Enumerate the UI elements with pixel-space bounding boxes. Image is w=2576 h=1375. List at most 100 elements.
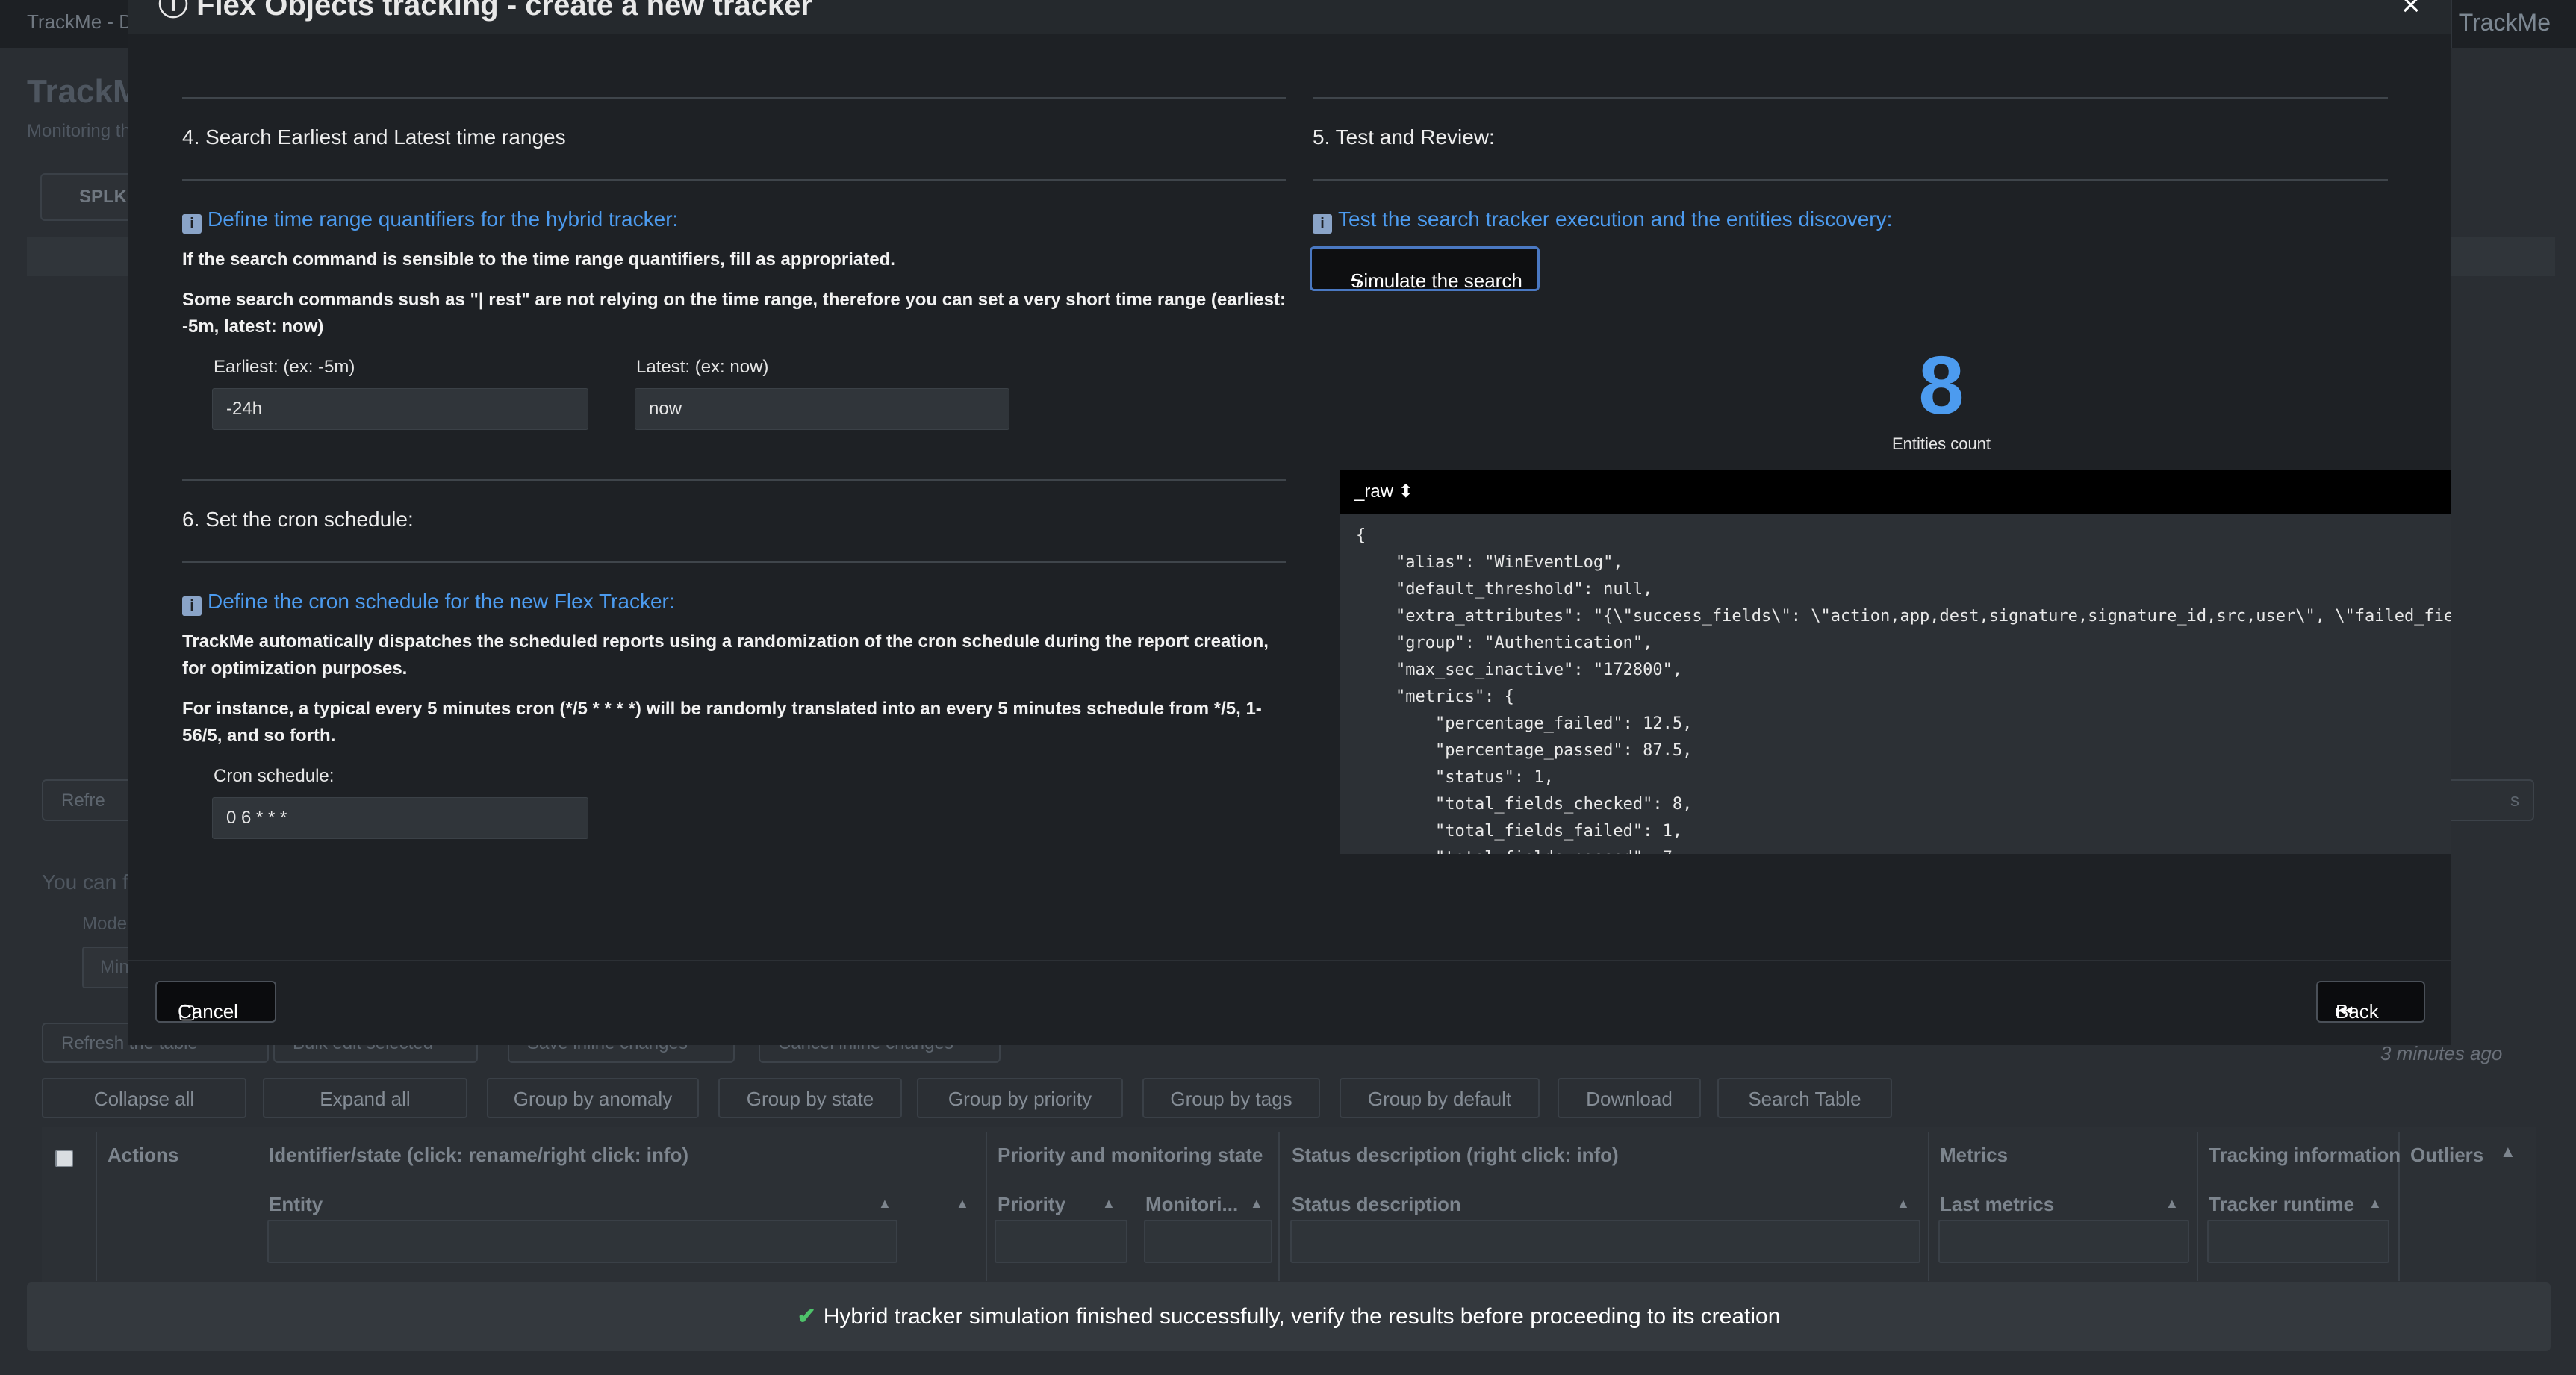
group-by-default-label: Group by default xyxy=(1367,1088,1512,1110)
group-by-tags-label: Group by tags xyxy=(1170,1088,1292,1110)
group-by-state-label: Group by state xyxy=(746,1088,874,1110)
app-nav-tab[interactable]: TrackMe - D xyxy=(27,10,133,34)
subcol-monitoring[interactable]: Monitori... xyxy=(1145,1193,1238,1216)
modal-title-text: Flex Objects tracking - create a new tra… xyxy=(196,0,812,22)
info-text-bg: You can f xyxy=(42,870,128,894)
expand-all-label: Expand all xyxy=(320,1088,411,1110)
column-divider xyxy=(1278,1132,1280,1281)
success-toast-text: Hybrid tracker simulation finished succe… xyxy=(823,1304,1781,1329)
section4-paragraph-2: Some search commands sush as "| rest" ar… xyxy=(182,290,1286,337)
group-by-anomaly-button[interactable]: Group by anomaly xyxy=(487,1078,699,1118)
sort-up-icon[interactable]: ▲ xyxy=(2500,1142,2516,1162)
entities-count-value: 8 xyxy=(1918,340,1964,431)
cancel-button-label: Cancel xyxy=(178,1000,238,1023)
metrics-filter-input[interactable] xyxy=(1938,1220,2189,1263)
column-divider xyxy=(96,1132,97,1281)
download-button[interactable]: Download xyxy=(1558,1078,1701,1118)
subcol-entity[interactable]: Entity xyxy=(269,1193,323,1216)
section4-paragraph-1: If the search command is sensible to the… xyxy=(182,249,895,269)
group-by-priority-button[interactable]: Group by priority xyxy=(917,1078,1123,1118)
group-by-tags-button[interactable]: Group by tags xyxy=(1142,1078,1320,1118)
mode-label-bg: Mode xyxy=(82,914,128,934)
search-table-button[interactable]: Search Table xyxy=(1717,1078,1892,1118)
info-icon: i xyxy=(1313,214,1332,234)
sort-up-icon[interactable]: ▲ xyxy=(2165,1196,2179,1212)
section6-paragraph-2: For instance, a typical every 5 minutes … xyxy=(182,699,1262,746)
expand-all-button[interactable]: Expand all xyxy=(263,1078,467,1118)
group-by-priority-label: Group by priority xyxy=(948,1088,1092,1110)
divider xyxy=(182,479,1286,481)
modal-footer-divider xyxy=(128,960,2451,961)
tenant-tab-label: SPLK- xyxy=(79,187,133,207)
subcol-last-metrics[interactable]: Last metrics xyxy=(1940,1193,2054,1216)
raw-json-content: { "alias": "WinEventLog", "default_thres… xyxy=(1356,526,2451,854)
group-by-default-button[interactable]: Group by default xyxy=(1340,1078,1540,1118)
raw-results-panel[interactable]: { "alias": "WinEventLog", "default_thres… xyxy=(1340,514,2451,854)
app-brand[interactable]: TrackMe xyxy=(2459,9,2551,37)
section6-info: i Define the cron schedule for the new Fl… xyxy=(182,590,675,616)
subcol-tracker-runtime[interactable]: Tracker runtime xyxy=(2209,1193,2354,1216)
section5-title: 5. Test and Review: xyxy=(1313,125,1495,149)
success-toast-message: ✔ Hybrid tracker simulation finished succ… xyxy=(27,1303,2551,1329)
monitoring-filter-input[interactable] xyxy=(1144,1220,1272,1263)
runtime-filter-input[interactable] xyxy=(2207,1220,2389,1263)
entities-count-label: Entities count xyxy=(1891,434,1991,453)
section6-paragraph-1: TrackMe automatically dispatches the sch… xyxy=(182,632,1269,679)
col-metrics: Metrics xyxy=(1940,1144,2009,1166)
collapse-all-label: Collapse all xyxy=(93,1088,195,1110)
app-page-title: TrackM xyxy=(27,73,140,110)
column-divider xyxy=(986,1132,987,1281)
section6-info-text: Define the cron schedule for the new Fle… xyxy=(208,590,675,613)
section5-info-text: Test the search tracker execution and th… xyxy=(1338,208,1893,231)
sort-up-icon[interactable]: ▲ xyxy=(1250,1196,1263,1212)
close-icon[interactable]: × xyxy=(2401,0,2421,24)
priority-filter-input[interactable] xyxy=(995,1220,1127,1263)
cancel-button[interactable]: ▢ Cancel xyxy=(155,981,276,1023)
simulate-search-button[interactable]: ϟ Simulate the search xyxy=(1310,246,1540,292)
col-priority-state: Priority and monitoring state xyxy=(998,1144,1263,1166)
select-all-checkbox[interactable] xyxy=(55,1150,73,1167)
refresh-label: Refre xyxy=(61,791,105,811)
earliest-label: Earliest: (ex: -5m) xyxy=(214,357,355,377)
info-icon: i xyxy=(182,214,202,234)
col-status: Status description (right click: info) xyxy=(1292,1144,1619,1166)
back-button[interactable]: ⏮ Back xyxy=(2316,981,2425,1023)
group-by-anomaly-label: Group by anomaly xyxy=(513,1088,673,1110)
modal-title: ⓘ Flex Objects tracking - create a new t… xyxy=(158,0,812,24)
status-filter-input[interactable] xyxy=(1290,1220,1920,1263)
group-by-state-button[interactable]: Group by state xyxy=(718,1078,902,1118)
col-tracking: Tracking information xyxy=(2209,1144,2401,1166)
section4-title: 4. Search Earliest and Latest time range… xyxy=(182,125,566,149)
sort-up-icon[interactable]: ▲ xyxy=(1102,1196,1116,1212)
search-table-label: Search Table xyxy=(1748,1088,1861,1110)
divider xyxy=(1313,97,2388,99)
app-page-subtitle: Monitoring th xyxy=(27,121,131,141)
download-label: Download xyxy=(1586,1088,1673,1110)
checkmark-icon: ✔ xyxy=(797,1304,816,1329)
section4-info: i Define time range quantifiers for the h… xyxy=(182,208,678,234)
section4-info-text: Define time range quantifiers for the hy… xyxy=(208,208,679,231)
brand-separator xyxy=(2451,0,2452,48)
back-button-label: Back xyxy=(2336,1000,2379,1023)
sort-up-icon[interactable]: ▲ xyxy=(1897,1196,1910,1212)
col-outliers: Outliers xyxy=(2410,1144,2484,1166)
collapse-all-button[interactable]: Collapse all xyxy=(42,1078,246,1118)
sort-up-icon[interactable]: ▲ xyxy=(878,1196,892,1212)
right-ghost-label: s xyxy=(2510,791,2519,811)
subcol-status-description[interactable]: Status description xyxy=(1292,1193,1461,1216)
col-identifier: Identifier/state (click: rename/right cl… xyxy=(269,1144,689,1166)
sort-up-icon[interactable]: ▲ xyxy=(2368,1196,2382,1212)
column-divider xyxy=(1928,1132,1929,1281)
divider xyxy=(1313,179,2388,181)
latest-label: Latest: (ex: now) xyxy=(636,357,769,377)
cron-input[interactable] xyxy=(212,797,588,839)
latest-input[interactable] xyxy=(635,388,1009,430)
sort-up-icon[interactable]: ▲ xyxy=(956,1196,969,1212)
raw-column-header[interactable]: _raw ⬍ xyxy=(1340,470,2451,514)
divider xyxy=(182,561,1286,563)
entity-filter-input[interactable] xyxy=(267,1220,897,1263)
subcol-priority[interactable]: Priority xyxy=(998,1193,1065,1216)
raw-header-label: _raw ⬍ xyxy=(1354,481,1413,502)
earliest-input[interactable] xyxy=(212,388,588,430)
divider xyxy=(182,97,1286,99)
